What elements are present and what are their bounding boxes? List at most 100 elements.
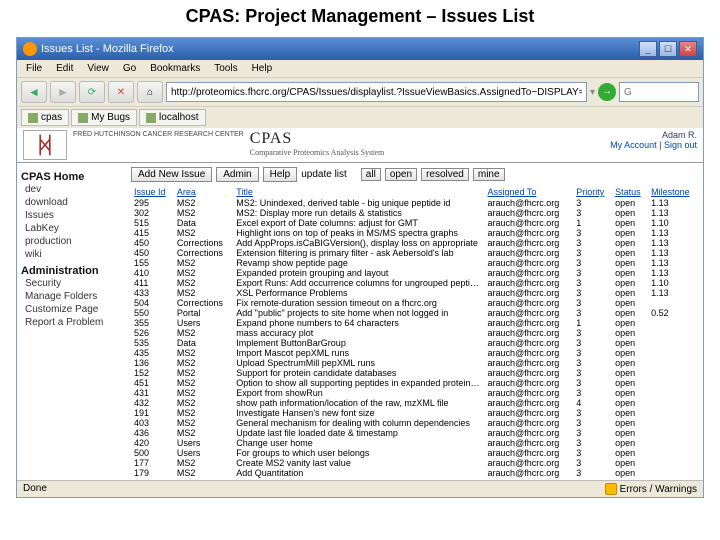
tab-icon — [28, 113, 38, 123]
col-priority[interactable]: Priority — [573, 186, 612, 198]
help-button[interactable]: Help — [263, 167, 298, 182]
update-list-text: update list — [301, 169, 347, 180]
forward-button[interactable]: ► — [50, 81, 76, 103]
browser-window: Issues List - Mozilla Firefox _ ☐ ✕ File… — [16, 37, 704, 498]
url-field[interactable] — [166, 82, 587, 102]
cpas-heading: CPAS Comparative Proteomics Analysis Sys… — [250, 130, 384, 157]
status-warnings[interactable]: Errors / Warnings — [605, 483, 697, 495]
table-row[interactable]: 504CorrectionsFix remote-duration sessio… — [131, 298, 699, 308]
menu-help[interactable]: Help — [247, 62, 278, 75]
filter-open[interactable]: open — [385, 168, 417, 181]
sidebar-item[interactable]: Issues — [21, 209, 123, 222]
tab-icon — [78, 113, 88, 123]
menu-edit[interactable]: Edit — [51, 62, 78, 75]
fhcrc-logo — [23, 130, 67, 160]
menu-bar: File Edit View Go Bookmarks Tools Help — [17, 60, 703, 77]
nav-toolbar: ◄ ► ⟳ ✕ ⌂ ▾ → — [17, 77, 703, 106]
sidebar-admin-header: Administration — [21, 265, 123, 277]
window-titlebar: Issues List - Mozilla Firefox _ ☐ ✕ — [17, 38, 703, 60]
home-button[interactable]: ⌂ — [137, 81, 163, 103]
sidebar-item[interactable]: Report a Problem — [21, 316, 123, 329]
table-row[interactable]: 415MS2Highlight ions on top of peaks in … — [131, 228, 699, 238]
table-row[interactable]: 403MS2General mechanism for dealing with… — [131, 418, 699, 428]
col-id[interactable]: Issue Id — [131, 186, 174, 198]
maximize-button[interactable]: ☐ — [659, 41, 677, 57]
sidebar-item[interactable]: LabKey — [21, 222, 123, 235]
tab-localhost[interactable]: localhost — [139, 109, 205, 126]
col-status[interactable]: Status — [612, 186, 648, 198]
table-row[interactable]: 136MS2Upload SpectrumMill pepXML runsara… — [131, 358, 699, 368]
sidebar-item[interactable]: wiki — [21, 248, 123, 261]
table-row[interactable]: 436MS2Update last file loaded date & tim… — [131, 428, 699, 438]
table-row[interactable]: 515DataExcel export of Date columns: adj… — [131, 218, 699, 228]
table-row[interactable]: 420UsersChange user homearauch@fhcrc.org… — [131, 438, 699, 448]
table-row[interactable]: 411MS2Export Runs: Add occurrence column… — [131, 278, 699, 288]
back-button[interactable]: ◄ — [21, 81, 47, 103]
filter-resolved[interactable]: resolved — [421, 168, 469, 181]
col-area[interactable]: Area — [174, 186, 233, 198]
firefox-icon — [23, 42, 37, 56]
add-new-issue-button[interactable]: Add New Issue — [131, 167, 212, 182]
sign-out-link[interactable]: Sign out — [664, 140, 697, 150]
table-row[interactable]: 433MS2XSL Performance Problemsarauch@fhc… — [131, 288, 699, 298]
tab-icon — [146, 113, 156, 123]
filter-mine[interactable]: mine — [473, 168, 505, 181]
status-done: Done — [23, 483, 47, 495]
col-milestone[interactable]: Milestone — [648, 186, 699, 198]
tab-cpas[interactable]: cpas — [21, 109, 69, 126]
table-row[interactable]: 177MS2Create MS2 vanity last valuearauch… — [131, 458, 699, 468]
page-header: FRED HUTCHINSON CANCER RESEARCH CENTER C… — [17, 128, 703, 163]
admin-button[interactable]: Admin — [216, 167, 258, 182]
table-row[interactable]: 355UsersExpand phone numbers to 64 chara… — [131, 318, 699, 328]
stop-button[interactable]: ✕ — [108, 81, 134, 103]
table-row[interactable]: 451MS2Option to show all supporting pept… — [131, 378, 699, 388]
status-bar: Done Errors / Warnings — [17, 480, 703, 497]
go-button[interactable]: → — [598, 83, 616, 101]
table-row[interactable]: 450CorrectionsAdd AppProps.isCaBIGVersio… — [131, 238, 699, 248]
sidebar-item[interactable]: production — [21, 235, 123, 248]
table-row[interactable]: 550PortalAdd "public" projects to site h… — [131, 308, 699, 318]
table-row[interactable]: 526MS2mass accuracy plotarauch@fhcrc.org… — [131, 328, 699, 338]
sidebar-item[interactable]: dev — [21, 183, 123, 196]
filter-all[interactable]: all — [361, 168, 381, 181]
sidebar-item[interactable]: Customize Page — [21, 303, 123, 316]
col-title[interactable]: Title — [233, 186, 484, 198]
slide-title: CPAS: Project Management – Issues List — [0, 0, 720, 37]
menu-bookmarks[interactable]: Bookmarks — [145, 62, 205, 75]
warning-icon — [605, 483, 617, 495]
account-area: Adam R. My Account | Sign out — [610, 130, 697, 160]
minimize-button[interactable]: _ — [639, 41, 657, 57]
table-row[interactable]: 432MS2show path information/location of … — [131, 398, 699, 408]
menu-go[interactable]: Go — [118, 62, 141, 75]
table-row[interactable]: 431MS2Export from showRunarauch@fhcrc.or… — [131, 388, 699, 398]
sidebar-item[interactable]: Security — [21, 277, 123, 290]
close-button[interactable]: ✕ — [679, 41, 697, 57]
my-account-link[interactable]: My Account — [610, 140, 657, 150]
menu-view[interactable]: View — [82, 62, 114, 75]
sidebar-item[interactable]: Manage Folders — [21, 290, 123, 303]
sidebar-home[interactable]: CPAS Home — [21, 171, 123, 183]
table-row[interactable]: 155MS2Revamp show peptide pagearauch@fhc… — [131, 258, 699, 268]
search-field[interactable] — [619, 82, 699, 102]
sidebar-item[interactable]: download — [21, 196, 123, 209]
table-row[interactable]: 500UsersFor groups to which user belongs… — [131, 448, 699, 458]
tab-bar: cpas My Bugs localhost — [17, 106, 703, 128]
table-row[interactable]: 152MS2Support for protein candidate data… — [131, 368, 699, 378]
fhcrc-text: FRED HUTCHINSON CANCER RESEARCH CENTER — [73, 131, 244, 139]
table-row[interactable]: 302MS2MS2: Display more run details & st… — [131, 208, 699, 218]
menu-file[interactable]: File — [21, 62, 47, 75]
table-row[interactable]: 410MS2Expanded protein grouping and layo… — [131, 268, 699, 278]
col-assigned[interactable]: Assigned To — [485, 186, 574, 198]
dropdown-icon[interactable]: ▾ — [590, 87, 595, 98]
table-row[interactable]: 191MS2Investigate Hansen's new font size… — [131, 408, 699, 418]
table-row[interactable]: 535DataImplement ButtonBarGrouparauch@fh… — [131, 338, 699, 348]
sidebar: CPAS Home devdownloadIssuesLabKeyproduct… — [17, 163, 127, 480]
table-row[interactable]: 295MS2MS2: Unindexed, derived table - bi… — [131, 198, 699, 208]
table-row[interactable]: 179MS2Add Quantitationarauch@fhcrc.org3o… — [131, 468, 699, 478]
table-row[interactable]: 435MS2Import Mascot pepXML runsarauch@fh… — [131, 348, 699, 358]
menu-tools[interactable]: Tools — [209, 62, 242, 75]
tab-mybugs[interactable]: My Bugs — [71, 109, 137, 126]
table-row[interactable]: 450CorrectionsExtension filtering is pri… — [131, 248, 699, 258]
reload-button[interactable]: ⟳ — [79, 81, 105, 103]
issues-table: Issue Id Area Title Assigned To Priority… — [131, 186, 699, 478]
